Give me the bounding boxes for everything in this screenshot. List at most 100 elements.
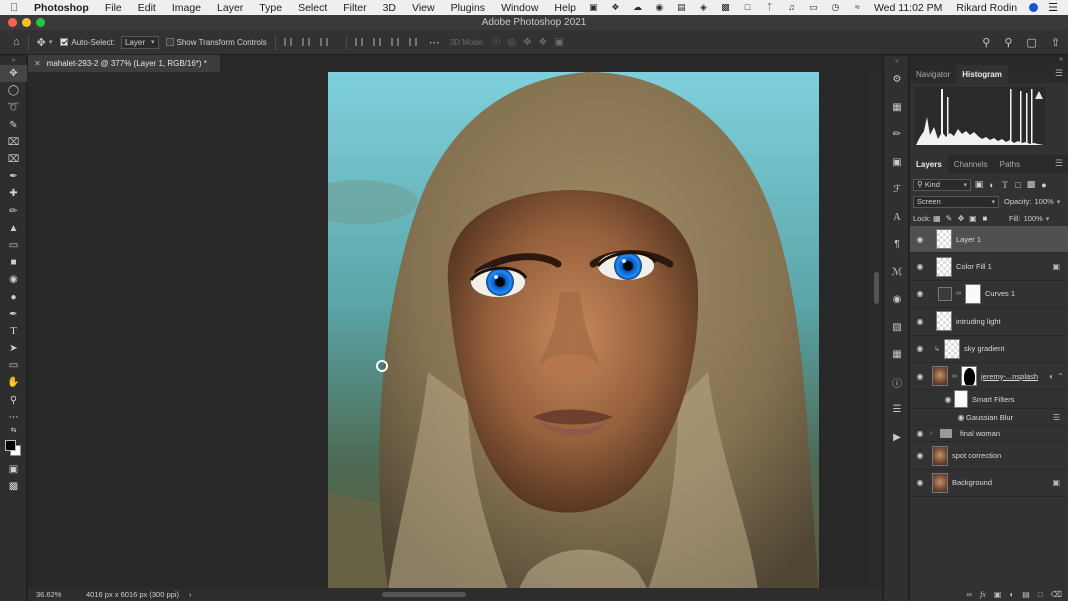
menu-view[interactable]: View: [412, 2, 435, 14]
blend-mode-dropdown[interactable]: Screen ▾: [913, 195, 999, 208]
horizontal-scrollbar-thumb[interactable]: [382, 592, 466, 597]
vertical-scrollbar[interactable]: [871, 72, 882, 588]
control-center-icon[interactable]: ☰: [1048, 1, 1058, 14]
menu-layer[interactable]: Layer: [217, 2, 243, 14]
path-selection-tool-icon[interactable]: ➤: [0, 340, 27, 357]
lock-artboard-icon[interactable]: ▣: [967, 214, 979, 223]
layer-mask-thumbnail[interactable]: [961, 366, 977, 387]
fx-icon[interactable]: fx: [980, 590, 986, 599]
swap-colors-icon[interactable]: ⇆: [0, 426, 27, 435]
dodge-tool-icon[interactable]: ●: [0, 288, 27, 305]
menu-image[interactable]: Image: [172, 2, 201, 14]
add-mask-icon[interactable]: ▣: [994, 590, 1002, 599]
collapse-panels-icon[interactable]: «: [884, 56, 910, 66]
align-center-icon[interactable]: [301, 38, 310, 46]
tab-histogram[interactable]: Histogram: [956, 65, 1008, 83]
stats-icon[interactable]: ▩: [720, 3, 731, 12]
auto-select-checkbox[interactable]: [60, 38, 71, 47]
bluetooth-icon[interactable]: ᛏ: [764, 3, 775, 12]
eye-icon[interactable]: ◉: [956, 413, 966, 422]
drag-3d-icon[interactable]: ✥: [523, 37, 531, 48]
roll-3d-icon[interactable]: ◎: [507, 37, 516, 48]
eye-icon[interactable]: ◉: [910, 262, 930, 271]
eye-icon[interactable]: ◉: [910, 289, 930, 298]
menu-type[interactable]: Type: [259, 2, 282, 14]
layer-row-spot-correction[interactable]: ◉ spot correction: [910, 442, 1068, 470]
transform-controls-checkbox[interactable]: [165, 38, 177, 47]
align-middle-icon[interactable]: [372, 38, 381, 46]
close-icon[interactable]: ✕: [34, 59, 41, 68]
filter-smart-object-icon[interactable]: ▩: [1026, 179, 1036, 190]
play-icon[interactable]: ▶: [884, 424, 910, 452]
menu-edit[interactable]: Edit: [138, 2, 156, 14]
scale-3d-icon[interactable]: ▣: [555, 37, 564, 48]
lock-icon[interactable]: ▣: [1052, 478, 1060, 487]
auto-select-target-dropdown[interactable]: Layer ▾: [120, 35, 159, 49]
lock-image-icon[interactable]: ✎: [943, 214, 955, 223]
minimize-window-button[interactable]: [22, 18, 31, 27]
marquee-tool-icon[interactable]: ◯: [0, 82, 27, 99]
search-icon[interactable]: ⚲: [982, 36, 990, 49]
orbit-3d-icon[interactable]: ☉: [491, 37, 500, 48]
libraries-icon[interactable]: ▦: [884, 94, 910, 122]
time-machine-icon[interactable]: ◷: [830, 3, 841, 12]
close-window-button[interactable]: [8, 18, 17, 27]
collapse-panels-icon[interactable]: »: [1059, 56, 1063, 63]
chevron-right-icon[interactable]: ›: [189, 590, 192, 599]
eye-icon[interactable]: ◉: [910, 235, 930, 244]
link-layers-icon[interactable]: ∞: [966, 590, 972, 599]
brush-settings-icon[interactable]: ✏: [884, 121, 910, 149]
zoom-tool-icon[interactable]: ⚲: [0, 392, 27, 409]
brush-tool-icon[interactable]: ✏: [0, 203, 27, 220]
tab-paths[interactable]: Paths: [994, 155, 1026, 173]
chevron-down-icon[interactable]: ▾: [1046, 215, 1050, 223]
canvas-area[interactable]: [28, 72, 871, 588]
tab-channels[interactable]: Channels: [948, 155, 994, 173]
document-tab[interactable]: ✕ mahalet-293-2 @ 377% (Layer 1, RGB/16*…: [28, 55, 220, 72]
new-group-icon[interactable]: ▤: [1022, 590, 1030, 599]
filter-type-icon[interactable]: T: [1000, 180, 1010, 190]
pen-tool-icon[interactable]: ✒: [0, 306, 27, 323]
lock-transparent-icon[interactable]: ▦: [931, 214, 943, 223]
actions-icon[interactable]: ℱ: [884, 176, 910, 204]
search-box-icon[interactable]: ⚲: [1004, 36, 1012, 49]
glyphs-icon[interactable]: ℳ: [884, 259, 910, 287]
dropbox-icon[interactable]: ❖: [610, 3, 621, 12]
eyedropper-tool-icon[interactable]: ✒: [0, 168, 27, 185]
layer-mask-thumbnail[interactable]: [965, 283, 981, 304]
eraser-tool-icon[interactable]: ▭: [0, 237, 27, 254]
notes-icon[interactable]: ▤: [676, 3, 687, 12]
chevron-up-icon[interactable]: ⌃: [1057, 372, 1064, 381]
eye-icon[interactable]: ◉: [910, 372, 930, 381]
cloud-icon[interactable]: ☁: [632, 3, 643, 12]
layer-filter-dropdown[interactable]: ⚲ Kind ▾: [913, 178, 971, 191]
tables-icon[interactable]: ▦: [884, 341, 910, 369]
panel-menu-icon[interactable]: ☰: [1055, 158, 1063, 169]
edit-toolbar-icon[interactable]: ⋯: [0, 409, 27, 426]
menu-app-photoshop[interactable]: Photoshop: [34, 2, 89, 14]
clone-stamp-tool-icon[interactable]: ▲: [0, 220, 27, 237]
align-right-icon[interactable]: [319, 38, 328, 46]
menu-plugins[interactable]: Plugins: [451, 2, 485, 14]
lock-all-icon[interactable]: ■: [979, 214, 991, 223]
adjustments-icon[interactable]: ☰: [884, 396, 910, 424]
filter-adjustment-icon[interactable]: ◐: [987, 180, 997, 190]
swatches-icon[interactable]: ▧: [884, 314, 910, 342]
layer-row-smart-filters[interactable]: ◉ Smart Filters: [910, 390, 1068, 410]
more-options-icon[interactable]: ⋯: [429, 36, 440, 49]
menu-help[interactable]: Help: [554, 2, 576, 14]
eye-icon[interactable]: ◉: [910, 317, 930, 326]
slide-3d-icon[interactable]: ❖: [539, 37, 548, 48]
wifi-icon[interactable]: ≈: [852, 3, 863, 12]
screen-record-icon[interactable]: ▣: [588, 3, 599, 12]
creative-cloud-icon[interactable]: ◉: [654, 3, 665, 12]
menu-file[interactable]: File: [105, 2, 122, 14]
tab-layers[interactable]: Layers: [910, 155, 948, 173]
distribute-icon[interactable]: [408, 38, 417, 46]
color-icon[interactable]: ◉: [884, 286, 910, 314]
clone-source-icon[interactable]: ▣: [884, 149, 910, 177]
frame-tool-icon[interactable]: ⌧: [0, 151, 27, 168]
eye-icon[interactable]: ◉: [910, 451, 930, 460]
layer-row-jeremy-unsplash[interactable]: ◉ ∞ jeremy-...nsplash ◐ ⌃: [910, 363, 1068, 391]
menubar-clock[interactable]: Wed 11:02 PM: [874, 2, 942, 14]
